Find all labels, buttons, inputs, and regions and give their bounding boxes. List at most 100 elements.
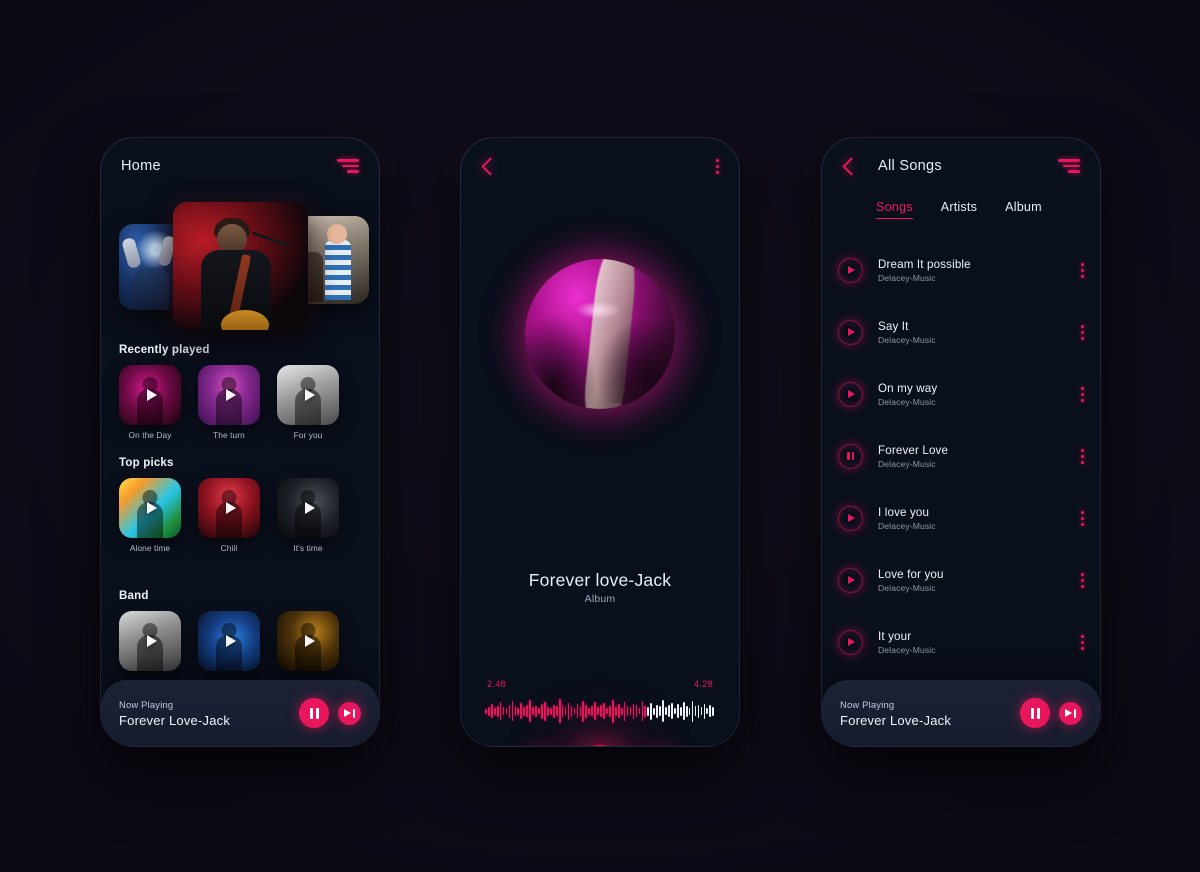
tile-thumbnail[interactable] [119,365,181,425]
song-list-item[interactable]: Forever Love Delacey-Music [838,425,1084,487]
waveform-progress[interactable] [485,698,715,724]
tile-band-2[interactable] [198,611,260,671]
waveform-bar [623,701,626,721]
waveform-bar [496,705,499,717]
hamburger-icon[interactable] [337,159,359,173]
tile-label: It's time [293,543,323,553]
play-icon [226,389,236,401]
kebab-menu-icon[interactable] [1081,262,1084,278]
song-list-item[interactable]: On my way Delacey-Music [838,363,1084,425]
waveform-bar [700,707,703,715]
hero-image-center[interactable] [173,202,308,330]
hero-image-left[interactable] [119,224,181,310]
song-play-button[interactable] [838,381,863,407]
waveform-bar [588,707,591,715]
waveform-bar [691,700,694,722]
tile-alone-time[interactable]: Alone time [119,478,181,553]
tile-thumbnail[interactable] [119,478,181,538]
chevron-left-icon[interactable] [481,156,500,176]
play-icon [305,389,315,401]
tile-band-1[interactable] [119,611,181,671]
waveform-bar [659,706,661,716]
tile-thumbnail[interactable] [277,365,339,425]
song-pause-button[interactable] [838,443,863,469]
waveform-bar [697,704,700,718]
now-playing-title: Forever Love-Jack [119,712,231,728]
tile-thumbnail[interactable] [198,478,260,538]
chevron-left-icon[interactable] [842,156,861,176]
waveform-bar [564,707,567,715]
tab-songs[interactable]: Songs [876,200,913,219]
song-play-button[interactable] [838,319,863,345]
waveform-bar [591,706,593,716]
album-artwork[interactable] [495,229,705,439]
tab-bar: Songs Artists Album [822,200,1100,219]
tile-chill[interactable]: Chill [198,478,260,553]
waveform-bar [549,707,552,715]
tile-thumbnail[interactable] [198,611,260,671]
song-artist: Delacey-Music [878,396,936,407]
tile-thumbnail[interactable] [277,478,339,538]
waveform-bar [597,707,599,715]
waveform-bar [703,703,706,719]
song-list-item[interactable]: I love you Delacey-Music [838,487,1084,549]
pause-button[interactable] [1020,698,1050,728]
waveform-bar [529,700,531,722]
next-track-icon [344,708,355,718]
now-playing-controls [1020,698,1082,728]
waveform-bar [576,704,579,718]
waveform-bar [626,706,629,716]
tile-thumbnail[interactable] [198,365,260,425]
play-icon [848,576,855,584]
waveform-bar [712,706,715,716]
song-list-item[interactable]: Love for you Delacey-Music [838,549,1084,611]
tile-its-time[interactable]: It's time [277,478,339,553]
next-button[interactable] [1059,701,1082,725]
tile-label: For you [293,430,323,440]
all-songs-screen: All Songs Songs Artists Album Dream It p… [822,138,1100,746]
waveform-bar [535,705,537,717]
kebab-menu-icon[interactable] [1081,386,1084,402]
kebab-menu-icon[interactable] [1081,324,1084,340]
tile-thumbnail[interactable] [119,611,181,671]
now-playing-label: Now Playing [840,698,895,710]
tile-label: Chill [220,543,238,553]
tile-band-3[interactable] [277,611,339,671]
waveform-bar [682,702,685,720]
now-playing-bar[interactable]: Now Playing Forever Love-Jack [822,680,1100,746]
waveform-bar [611,699,614,723]
song-play-button[interactable] [838,567,863,593]
song-name: It your [878,629,912,643]
tile-for-you[interactable]: For you [277,365,339,440]
kebab-menu-icon[interactable] [716,158,719,174]
hero-carousel[interactable] [101,194,379,337]
song-meta: I love you Delacey-Music [878,506,1081,531]
next-button[interactable] [338,701,361,725]
tab-album[interactable]: Album [1005,200,1042,219]
tile-thumbnail[interactable] [277,611,339,671]
kebab-menu-icon[interactable] [1081,448,1084,464]
waveform-bar [600,705,602,717]
song-play-button[interactable] [838,257,863,283]
kebab-menu-icon[interactable] [1081,572,1084,588]
hamburger-icon[interactable] [1058,159,1080,173]
tile-row: Alone time Chill It's time [101,478,379,553]
app-mockup-stage: Home Recently played On the Day The turn… [0,0,1200,872]
tile-on-the-day[interactable]: On the Day [119,365,181,440]
pause-button[interactable] [299,698,329,728]
song-play-button[interactable] [838,629,863,655]
song-list-item[interactable]: Say It Delacey-Music [838,301,1084,363]
song-play-button[interactable] [838,505,863,531]
waveform-bar [508,704,511,718]
waveform-bar [676,704,679,718]
song-list-item[interactable]: It your Delacey-Music [838,611,1084,673]
time-labels: 2.48 4.28 [487,679,713,689]
kebab-menu-icon[interactable] [1081,510,1084,526]
now-playing-bar[interactable]: Now Playing Forever Love-Jack [101,680,379,746]
play-pause-button[interactable] [574,745,626,746]
tile-the-turn[interactable]: The turn [198,365,260,440]
kebab-menu-icon[interactable] [1081,634,1084,650]
song-list-item[interactable]: Dream It possible Delacey-Music [838,239,1084,301]
tab-artists[interactable]: Artists [941,200,977,219]
play-icon [147,502,157,514]
